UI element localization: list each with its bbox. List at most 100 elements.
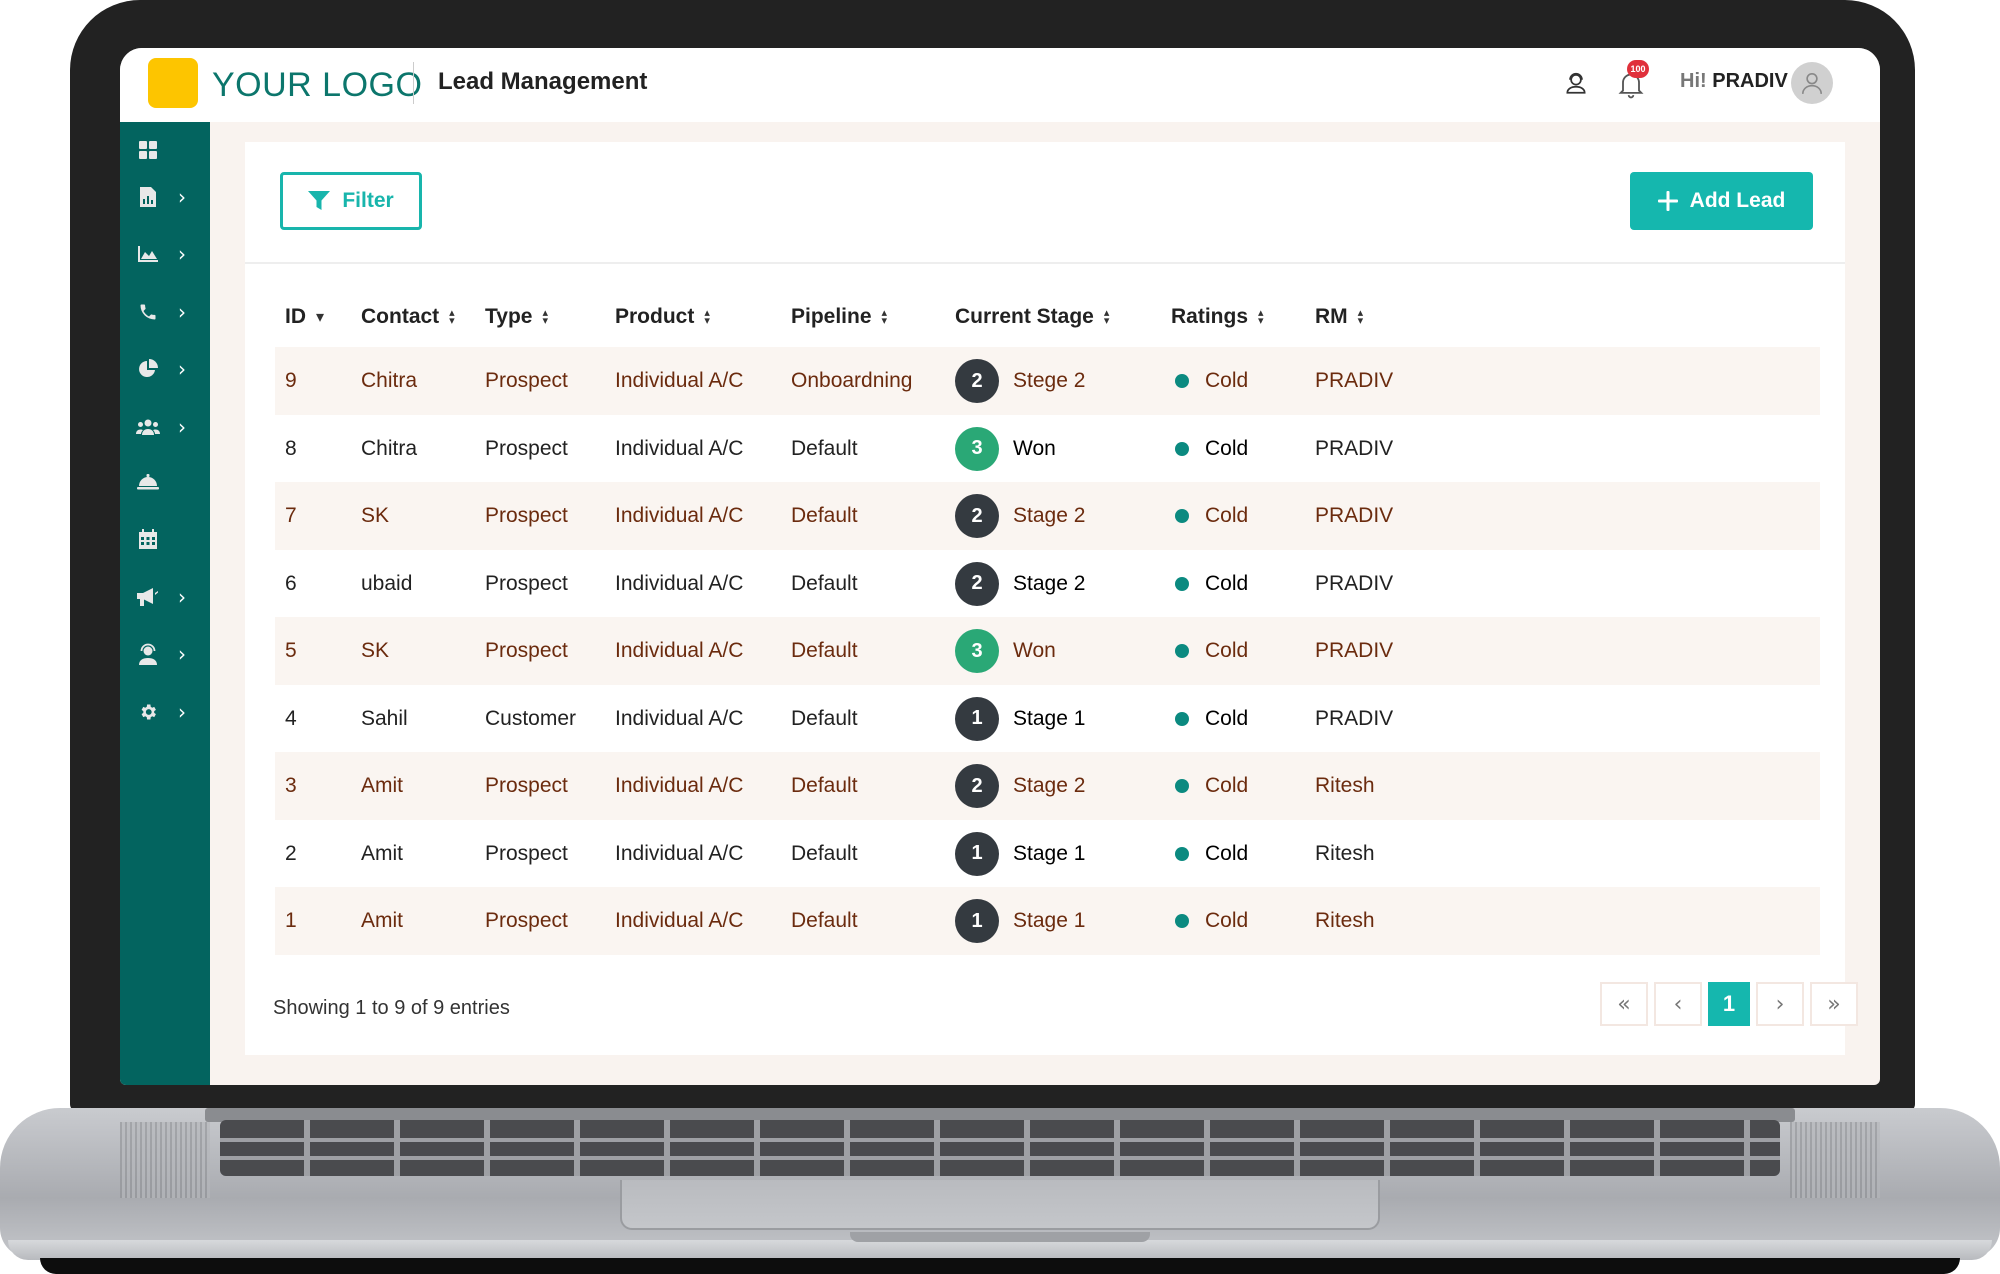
column-header-label: Current Stage (955, 305, 1094, 328)
table-row[interactable]: 8 Chitra Prospect Individual A/C Default 3 Won… (275, 415, 1820, 483)
sidebar-item-users[interactable]: › (120, 407, 210, 447)
cell-current-stage: 2 Stage 2 (955, 561, 1085, 606)
cell-type: Prospect (485, 909, 568, 932)
column-header-pipeline[interactable]: Pipeline ▴ ▾ (791, 305, 887, 329)
rating-label: Cold (1205, 706, 1249, 730)
add-lead-button[interactable]: Add Lead (1630, 172, 1813, 230)
rating-dot-icon (1175, 846, 1189, 861)
entries-info: Showing 1 to 9 of 9 entries (273, 997, 510, 1019)
sort-icon: ▴ ▾ (542, 306, 548, 327)
cell-pipeline: Default (791, 909, 858, 932)
cell-rm: Ritesh (1315, 774, 1375, 797)
cell-product: Individual A/C (615, 571, 744, 595)
cell-contact: Amit (361, 774, 403, 797)
table-row[interactable]: 1 Amit Prospect Individual A/C Default 1 Stage… (275, 887, 1820, 955)
cell-contact: Chitra (361, 436, 418, 460)
column-header-product[interactable]: Product ▴ ▾ (615, 305, 710, 329)
sidebar-item-analytics[interactable]: › (120, 234, 210, 274)
cell-rm: PRADIV (1315, 571, 1394, 595)
cell-rm: Ritesh (1315, 909, 1375, 932)
sidebar-item-settings[interactable]: › (120, 692, 210, 732)
table-row[interactable]: 9 Chitra Prospect Individual A/C Onboardning… (275, 347, 1820, 415)
cell-rm: PRADIV (1315, 504, 1394, 527)
cell-pipeline: Default (791, 436, 858, 460)
chevron-right-icon: › (178, 415, 186, 439)
next-page-button[interactable]: › (1756, 982, 1804, 1026)
rating-dot-icon (1175, 509, 1189, 523)
cell-rating: Cold (1175, 707, 1248, 731)
column-header-stage[interactable]: Current Stage ▴ ▾ (955, 305, 1109, 329)
cell-product: Individual A/C (615, 639, 744, 662)
cell-pipeline: Default (791, 774, 858, 797)
cell-rating: Cold (1175, 774, 1248, 798)
stage-label: Stage 2 (1013, 774, 1086, 797)
speaker-grill-left (120, 1122, 210, 1198)
table-row[interactable]: 6 ubaid Prospect Individual A/C Default 2 Stag… (275, 550, 1820, 618)
avatar[interactable] (1791, 62, 1833, 104)
cell-rating: Cold (1175, 909, 1248, 933)
sort-icon: ▴ ▾ (704, 306, 710, 327)
stage-label: Stage 1 (1013, 909, 1086, 932)
cell-id: 7 (285, 504, 297, 527)
sidebar-item-calendar[interactable] (120, 519, 210, 559)
column-header-type[interactable]: Type ▴ ▾ (485, 305, 548, 329)
table-header: ID ▾ Contact ▴ ▾ Type ▴ ▾ Product ▴ ▾ Pipeline ▴ ▾ Cur… (275, 287, 1820, 347)
cell-type: Prospect (485, 369, 568, 392)
column-header-rating[interactable]: Ratings ▴ ▾ (1171, 305, 1264, 329)
sidebar-item-calls[interactable]: › (120, 292, 210, 332)
cell-rating: Cold (1175, 504, 1248, 528)
filter-button-label: Filter (342, 189, 394, 212)
header-divider (413, 62, 414, 104)
stage-number-badge: 2 (955, 764, 999, 808)
stage-label: Won (1013, 436, 1056, 460)
column-header-rm[interactable]: RM ▴ ▾ (1315, 305, 1363, 329)
phone-icon (136, 300, 160, 324)
chevron-right-icon: › (178, 300, 186, 324)
column-header-id[interactable]: ID ▾ (285, 305, 324, 329)
support-agent-icon[interactable] (1563, 70, 1589, 96)
sidebar-item-support[interactable]: › (120, 634, 210, 674)
sidebar-item-statistics[interactable]: › (120, 349, 210, 389)
rating-dot-icon (1175, 374, 1189, 388)
sidebar-item-reports[interactable]: › (120, 177, 210, 217)
sort-icon: ▴ ▾ (881, 306, 888, 327)
chevron-right-icon: › (178, 185, 186, 209)
cell-id: 6 (285, 571, 297, 595)
rating-label: Cold (1205, 369, 1249, 392)
page-button-current[interactable]: 1 (1708, 982, 1750, 1026)
sort-icon: ▴ ▾ (1258, 306, 1264, 327)
cell-pipeline: Default (791, 504, 858, 527)
service-bell-icon (136, 470, 160, 494)
rating-dot-icon (1175, 576, 1189, 591)
cell-id: 8 (285, 436, 297, 460)
first-page-button[interactable]: « (1600, 982, 1648, 1026)
prev-page-button[interactable]: ‹ (1654, 982, 1702, 1026)
cell-rating: Cold (1175, 437, 1248, 461)
table-body: 9 Chitra Prospect Individual A/C Onboardning… (275, 347, 1820, 955)
cell-product: Individual A/C (615, 436, 744, 460)
logo-mark (148, 58, 198, 108)
table-row[interactable]: 2 Amit Prospect Individual A/C Default 1 Stage… (275, 820, 1820, 888)
cell-rm: PRADIV (1315, 436, 1394, 460)
notifications-button[interactable]: 100 (1617, 60, 1649, 100)
sidebar-item-campaigns[interactable]: › (120, 577, 210, 617)
table-row[interactable]: 3 Amit Prospect Individual A/C Default 2 Stage… (275, 752, 1820, 820)
last-page-button[interactable]: » (1810, 982, 1858, 1026)
cell-current-stage: 1 Stage 1 (955, 831, 1085, 876)
table-row[interactable]: 4 Sahil Customer Individual A/C Default 1 Stag… (275, 685, 1820, 753)
cell-rating: Cold (1175, 572, 1248, 596)
cell-contact: SK (361, 504, 390, 527)
rating-dot-icon (1175, 441, 1189, 456)
column-header-contact[interactable]: Contact ▴ ▾ (361, 305, 455, 329)
table-row[interactable]: 5 SK Prospect Individual A/C Default 3 Won Cold… (275, 617, 1820, 685)
user-greeting: Hi! PRADIV (1680, 70, 1788, 93)
table-row[interactable]: 7 SK Prospect Individual A/C Default 2 Stage 2… (275, 482, 1820, 550)
cell-current-stage: 1 Stage 1 (955, 899, 1085, 943)
filter-button[interactable]: Filter (280, 172, 422, 230)
sidebar-item-dashboard[interactable] (120, 130, 210, 170)
rating-label: Cold (1205, 571, 1249, 595)
sidebar-item-services[interactable] (120, 462, 210, 502)
cell-type: Prospect (485, 504, 568, 527)
sort-icon: ▴ ▾ (449, 306, 455, 327)
plus-icon (1657, 191, 1678, 211)
